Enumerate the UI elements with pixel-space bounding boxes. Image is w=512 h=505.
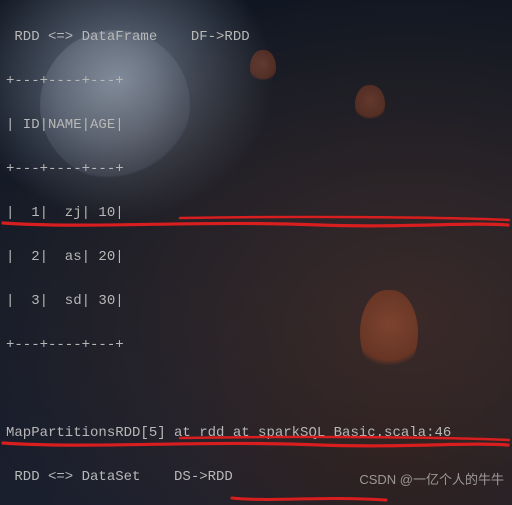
table-row: | 2| as| 20| <box>6 246 506 268</box>
table-separator: +---+----+---+ <box>6 70 506 92</box>
table-separator: +---+----+---+ <box>6 334 506 356</box>
table-row: | 3| sd| 30| <box>6 290 506 312</box>
blank-line <box>6 378 506 400</box>
rdd-result-line: MapPartitionsRDD[5] at rdd at sparkSQL_B… <box>6 422 506 444</box>
terminal-output: RDD <=> DataFrame DF->RDD +---+----+---+… <box>0 0 512 505</box>
table-row: | 1| zj| 10| <box>6 202 506 224</box>
section-header: RDD <=> DataFrame DF->RDD <box>6 26 506 48</box>
watermark-text: CSDN @一亿个人的牛牛 <box>359 469 504 491</box>
table-separator: +---+----+---+ <box>6 158 506 180</box>
table-header: | ID|NAME|AGE| <box>6 114 506 136</box>
